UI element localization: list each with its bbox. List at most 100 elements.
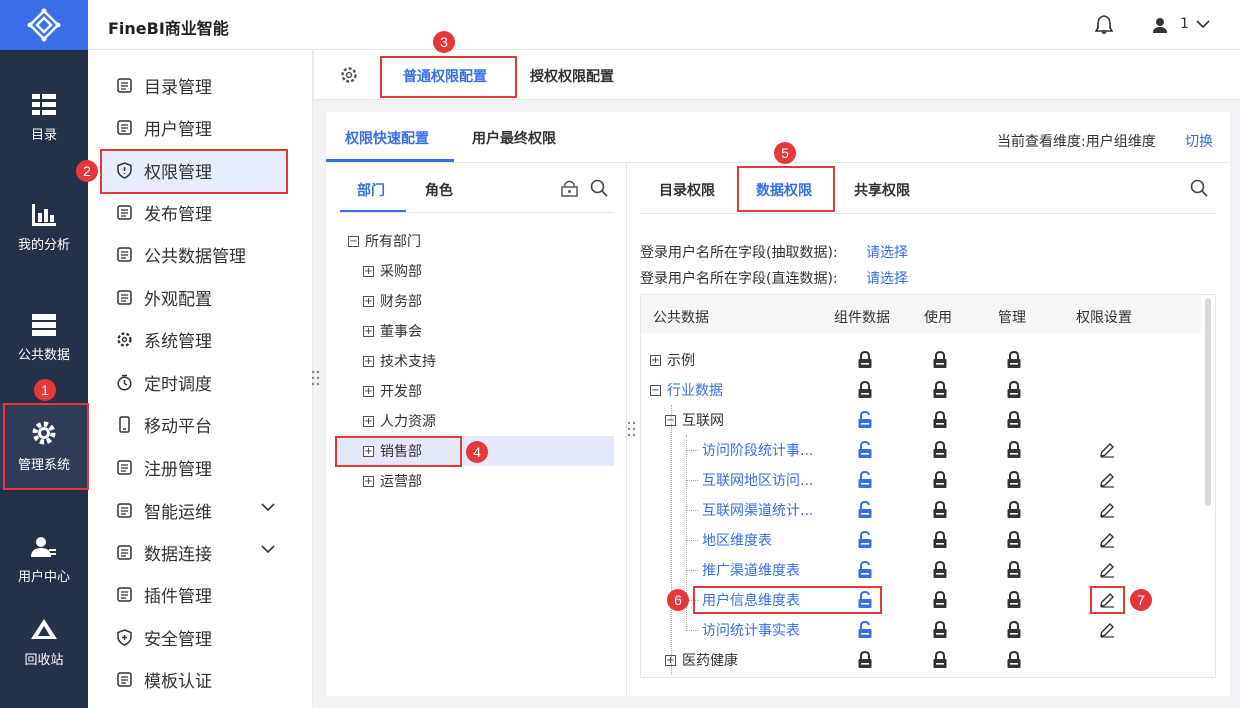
rail-item-analysis[interactable]: 我的分析 bbox=[0, 188, 88, 268]
lock-icon[interactable] bbox=[932, 470, 948, 489]
unlock-icon[interactable] bbox=[857, 470, 873, 489]
lock-icon[interactable] bbox=[932, 650, 948, 669]
user-avatar-icon[interactable] bbox=[1152, 17, 1168, 33]
lock-icon[interactable] bbox=[1006, 500, 1022, 519]
lock-icon[interactable] bbox=[932, 440, 948, 459]
rail-item-recycle[interactable]: 回收站 bbox=[0, 603, 88, 683]
rail-item-admin[interactable]: 管理系统 bbox=[0, 403, 88, 489]
rail-item-catalog[interactable]: 目录 bbox=[0, 78, 88, 158]
tab-dept[interactable]: 部门 bbox=[357, 180, 385, 200]
tree-item-dept[interactable]: + 人力资源 bbox=[363, 406, 436, 436]
tree-item-dept[interactable]: + 销售部 bbox=[363, 436, 422, 466]
nav-item-11[interactable]: 数据连接 bbox=[116, 534, 286, 570]
unlock-icon[interactable] bbox=[857, 500, 873, 519]
table-row[interactable]: 推广渠道维度表 bbox=[702, 555, 800, 585]
table-row[interactable]: + 医药健康 bbox=[665, 645, 738, 675]
nav-item-2[interactable]: 权限管理 bbox=[116, 152, 286, 188]
nav-item-14[interactable]: 模板认证 bbox=[116, 661, 286, 697]
lock-icon[interactable] bbox=[857, 380, 873, 399]
tab-share-permission[interactable]: 共享权限 bbox=[854, 180, 910, 200]
edit-icon[interactable] bbox=[1099, 622, 1115, 642]
expand-icon[interactable]: + bbox=[363, 445, 374, 457]
nav-item-3[interactable]: 发布管理 bbox=[116, 194, 286, 230]
rail-item-public-data[interactable]: 公共数据 bbox=[0, 298, 88, 378]
lock-icon[interactable] bbox=[932, 620, 948, 639]
nav-item-6[interactable]: 系统管理 bbox=[116, 321, 286, 357]
nav-item-8[interactable]: 移动平台 bbox=[116, 406, 286, 442]
chevron-down-icon[interactable] bbox=[260, 502, 276, 512]
unlock-icon[interactable] bbox=[857, 590, 873, 609]
unlock-icon[interactable] bbox=[857, 410, 873, 429]
lock-icon[interactable] bbox=[1006, 410, 1022, 429]
lock-icon[interactable] bbox=[1006, 560, 1022, 579]
search-icon[interactable] bbox=[590, 179, 608, 197]
lock-icon[interactable] bbox=[932, 590, 948, 609]
unlock-icon[interactable] bbox=[857, 560, 873, 579]
tree-item-dept[interactable]: + 采购部 bbox=[363, 256, 422, 286]
nav-item-12[interactable]: 插件管理 bbox=[116, 576, 286, 612]
switch-link[interactable]: 切换 bbox=[1185, 131, 1213, 151]
table-row[interactable]: + 示例 bbox=[650, 345, 695, 375]
edit-icon[interactable] bbox=[1099, 532, 1115, 552]
edit-icon[interactable] bbox=[1099, 472, 1115, 492]
bell-icon[interactable] bbox=[1095, 15, 1113, 34]
user-name[interactable]: 1 bbox=[1180, 16, 1189, 32]
drag-handle-icon[interactable] bbox=[627, 421, 637, 437]
lock-icon[interactable] bbox=[1006, 620, 1022, 639]
rail-item-user-center[interactable]: 用户中心 bbox=[0, 520, 88, 600]
lock-icon[interactable] bbox=[1006, 590, 1022, 609]
table-row[interactable]: 互联网地区访问... bbox=[702, 465, 813, 495]
direct-field-select[interactable]: 请选择 bbox=[866, 268, 908, 288]
lock-icon[interactable] bbox=[1006, 470, 1022, 489]
lock-icon[interactable] bbox=[1006, 440, 1022, 459]
tab-grant-permission[interactable]: 授权权限配置 bbox=[530, 66, 614, 86]
tree-item-dept[interactable]: + 运营部 bbox=[363, 466, 422, 496]
lock-icon[interactable] bbox=[857, 350, 873, 369]
tab-catalog-permission[interactable]: 目录权限 bbox=[659, 180, 715, 200]
lock-settings-icon[interactable] bbox=[561, 180, 578, 197]
lock-icon[interactable] bbox=[932, 410, 948, 429]
tree-item-dept[interactable]: + 开发部 bbox=[363, 376, 422, 406]
nav-item-1[interactable]: 用户管理 bbox=[116, 109, 286, 145]
table-row[interactable]: 访问统计事实表 bbox=[702, 615, 800, 645]
expand-icon[interactable]: + bbox=[363, 415, 374, 427]
table-scrollbar[interactable] bbox=[1205, 298, 1211, 506]
lock-icon[interactable] bbox=[1006, 380, 1022, 399]
lock-icon[interactable] bbox=[1006, 650, 1022, 669]
chevron-down-icon[interactable] bbox=[1196, 19, 1210, 29]
edit-icon[interactable] bbox=[1099, 442, 1115, 462]
tab-data-permission[interactable]: 数据权限 bbox=[756, 180, 812, 200]
nav-item-10[interactable]: 智能运维 bbox=[116, 492, 286, 528]
tree-item-dept[interactable]: + 技术支持 bbox=[363, 346, 436, 376]
tree-item-dept[interactable]: + 财务部 bbox=[363, 286, 422, 316]
tab-normal-permission[interactable]: 普通权限配置 bbox=[403, 66, 487, 86]
expand-icon[interactable]: + bbox=[363, 475, 374, 487]
unlock-icon[interactable] bbox=[857, 530, 873, 549]
nav-item-0[interactable]: 目录管理 bbox=[116, 67, 286, 103]
expand-icon[interactable]: + bbox=[363, 325, 374, 337]
nav-item-5[interactable]: 外观配置 bbox=[116, 279, 286, 315]
table-row[interactable]: 互联网渠道统计... bbox=[702, 495, 813, 525]
extract-field-select[interactable]: 请选择 bbox=[866, 242, 908, 262]
unlock-icon[interactable] bbox=[857, 620, 873, 639]
edit-icon[interactable] bbox=[1099, 502, 1115, 522]
table-row[interactable]: 访问阶段统计事... bbox=[702, 435, 813, 465]
lock-icon[interactable] bbox=[932, 560, 948, 579]
drag-handle-icon[interactable] bbox=[311, 370, 321, 386]
edit-icon[interactable] bbox=[1099, 592, 1115, 612]
nav-item-9[interactable]: 注册管理 bbox=[116, 449, 286, 485]
collapse-icon[interactable]: − bbox=[650, 384, 661, 396]
nav-item-7[interactable]: 定时调度 bbox=[116, 364, 286, 400]
expand-icon[interactable]: + bbox=[363, 385, 374, 397]
edit-icon[interactable] bbox=[1099, 562, 1115, 582]
chevron-down-icon[interactable] bbox=[260, 544, 276, 554]
expand-icon[interactable]: + bbox=[650, 354, 661, 366]
app-logo[interactable] bbox=[0, 0, 88, 50]
lock-icon[interactable] bbox=[932, 530, 948, 549]
lock-icon[interactable] bbox=[1006, 350, 1022, 369]
collapse-icon[interactable]: − bbox=[348, 235, 359, 247]
nav-item-13[interactable]: 安全管理 bbox=[116, 619, 286, 655]
table-row[interactable]: − 互联网 bbox=[665, 405, 724, 435]
settings-gear-icon[interactable] bbox=[340, 66, 358, 84]
search-icon[interactable] bbox=[1190, 179, 1208, 197]
